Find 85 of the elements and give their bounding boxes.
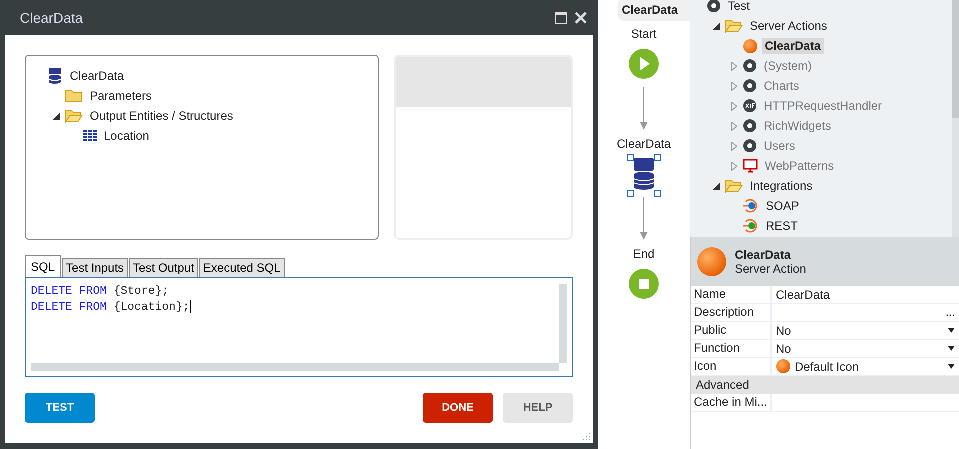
ellipsis-button[interactable]: ...	[946, 306, 955, 318]
folder-icon	[65, 89, 83, 103]
action-icon	[743, 38, 758, 54]
tree-item[interactable]: SOAP	[763, 198, 802, 214]
property-name: Public	[691, 322, 772, 339]
property-name: Name	[691, 286, 772, 303]
expanded-arrow-icon[interactable]	[712, 182, 721, 190]
collapsed-arrow-icon[interactable]	[730, 142, 739, 150]
tree-item[interactable]: Server Actions	[747, 18, 830, 34]
tree-item[interactable]: WebPatterns	[762, 158, 838, 174]
resize-grip-icon[interactable]	[581, 431, 591, 441]
flow-tab[interactable]: ClearData	[618, 0, 690, 21]
tree-item[interactable]: RichWidgets	[761, 118, 834, 134]
tree-item[interactable]: HTTPRequestHandler	[761, 98, 886, 114]
property-name: Function	[691, 340, 772, 357]
property-name: Cache in Mi...	[691, 394, 772, 411]
tree-item[interactable]: Test	[725, 0, 754, 14]
section-header[interactable]: Advanced	[691, 376, 959, 394]
folder-icon	[65, 109, 83, 123]
tree-item[interactable]: ClearData	[67, 68, 128, 84]
dropdown-icon[interactable]	[948, 364, 955, 369]
tree-item[interactable]: Output Entities / Structures	[87, 108, 236, 124]
tab[interactable]: Test Output	[129, 258, 198, 277]
code-line: DELETE FROM {Store};	[31, 284, 170, 300]
monitor-icon	[743, 159, 758, 173]
action-icon	[697, 246, 727, 276]
tab[interactable]: SQL	[25, 255, 62, 277]
property-value[interactable]: No	[776, 324, 944, 338]
connector-arrow	[639, 197, 649, 241]
tree-item[interactable]: REST	[763, 218, 802, 234]
tree-item[interactable]: Location	[101, 128, 152, 144]
collapsed-arrow-icon[interactable]	[730, 162, 739, 170]
end-node-icon	[628, 268, 660, 300]
test-button[interactable]: TEST	[25, 393, 95, 423]
tab[interactable]: Executed SQL	[199, 258, 285, 277]
scrollbar[interactable]	[952, 0, 959, 237]
action-icon	[776, 359, 791, 374]
table-icon	[83, 130, 97, 142]
property-value[interactable]: Default Icon	[795, 360, 944, 374]
done-button[interactable]: DONE	[423, 393, 493, 423]
node-label: Start	[631, 27, 657, 41]
scrollbar[interactable]	[559, 284, 567, 363]
maximize-icon[interactable]	[555, 12, 567, 24]
rest-service-icon	[743, 219, 759, 233]
expanded-arrow-icon[interactable]	[712, 22, 721, 30]
tree-item[interactable]: Integrations	[747, 178, 816, 194]
scrollbar[interactable]	[31, 363, 559, 371]
collapsed-arrow-icon[interactable]	[730, 82, 739, 90]
folder-icon	[725, 19, 743, 33]
node-label: End	[633, 247, 655, 261]
module-icon	[743, 119, 757, 133]
sql-editor[interactable]: DELETE FROM {Store}; DELETE FROM {Location};	[25, 277, 573, 377]
tree-item[interactable]: Parameters	[87, 88, 156, 104]
module-icon	[743, 79, 757, 93]
connector-arrow	[639, 87, 649, 131]
tree-item[interactable]: Charts	[761, 78, 802, 94]
folder-icon	[725, 179, 743, 193]
element-name: ClearData	[735, 248, 792, 262]
code-line: DELETE FROM {Location};	[31, 300, 192, 316]
module-icon	[707, 0, 721, 13]
property-value[interactable]: No	[776, 342, 944, 356]
collapsed-arrow-icon[interactable]	[730, 102, 739, 110]
dropdown-icon[interactable]	[948, 328, 955, 333]
soap-service-icon	[743, 199, 759, 213]
tree-item[interactable]: (System)	[761, 58, 815, 74]
help-button[interactable]: HELP	[503, 393, 573, 423]
tree-item[interactable]: Users	[761, 138, 798, 154]
dropdown-icon[interactable]	[948, 346, 955, 351]
element-type: Server Action	[735, 262, 806, 276]
extension-icon	[743, 99, 757, 113]
collapsed-arrow-icon[interactable]	[730, 122, 739, 130]
module-icon	[743, 139, 757, 153]
start-node-icon	[628, 48, 660, 80]
property-name: Description	[691, 304, 772, 321]
property-value[interactable]: ClearData	[776, 288, 955, 302]
tree-item[interactable]: ClearData	[762, 38, 824, 54]
collapsed-arrow-icon[interactable]	[730, 62, 739, 70]
close-icon[interactable]	[575, 12, 587, 24]
database-node-icon[interactable]	[631, 158, 657, 190]
module-icon	[743, 59, 757, 73]
node-label: ClearData	[616, 137, 672, 151]
window-title: ClearData	[19, 10, 84, 26]
tab[interactable]: Test Inputs	[62, 258, 128, 277]
database-icon	[47, 67, 63, 85]
expanded-arrow-icon[interactable]	[52, 112, 61, 120]
